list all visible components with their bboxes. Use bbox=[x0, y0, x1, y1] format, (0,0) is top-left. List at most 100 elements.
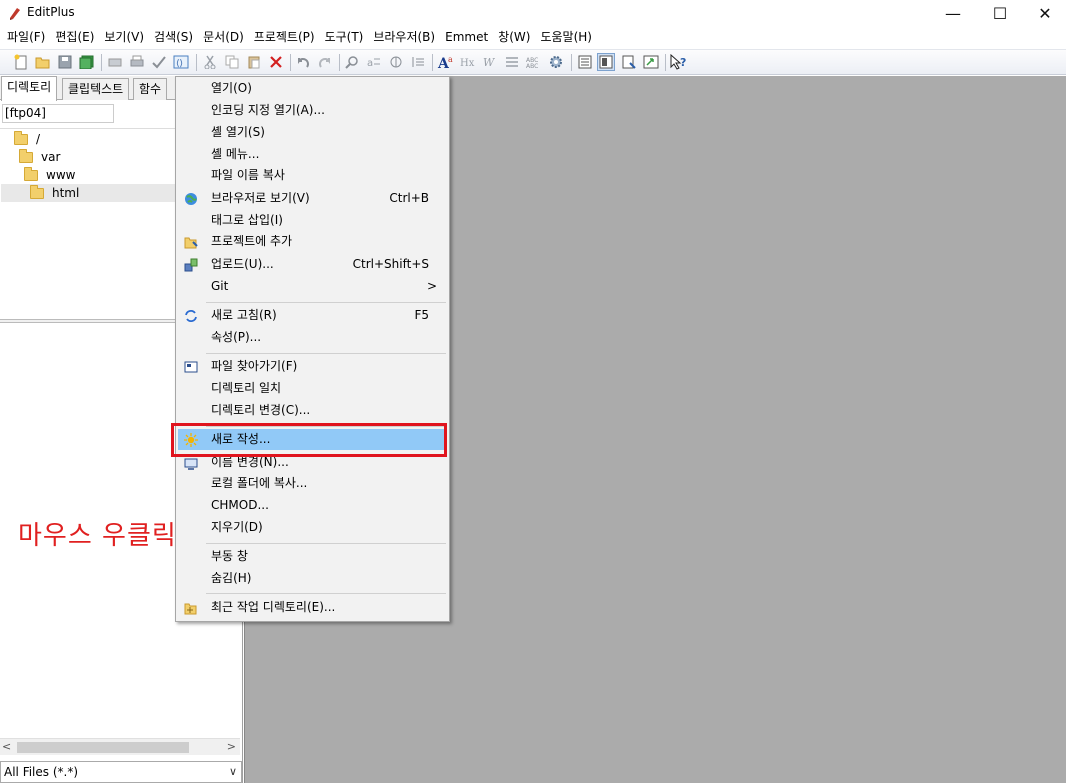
menu-item-open-encoding[interactable]: 인코딩 지정 열기(A)... bbox=[178, 100, 447, 121]
menu-item-open-shell[interactable]: 셸 열기(S) bbox=[178, 122, 447, 143]
menu-help[interactable]: 도움말(H) bbox=[535, 27, 597, 47]
open-folder-icon bbox=[30, 184, 44, 199]
scroll-left-icon[interactable]: < bbox=[2, 740, 11, 753]
save-all-icon[interactable] bbox=[78, 53, 96, 71]
menu-item-refresh[interactable]: 새로 고침(R) F5 bbox=[178, 305, 447, 326]
column-icon[interactable]: ABC ABC bbox=[525, 53, 543, 71]
globe-icon bbox=[183, 191, 199, 207]
tree-item-www[interactable]: www bbox=[24, 166, 75, 184]
svg-text:W: W bbox=[483, 56, 496, 69]
menu-tools[interactable]: 도구(T) bbox=[320, 27, 369, 47]
cliptext-icon[interactable] bbox=[620, 53, 638, 71]
new-file-icon[interactable] bbox=[12, 53, 30, 71]
print-icon[interactable] bbox=[128, 53, 146, 71]
menu-window[interactable]: 창(W) bbox=[493, 27, 535, 47]
goto-icon[interactable] bbox=[387, 53, 405, 71]
svg-text:a: a bbox=[367, 58, 373, 69]
svg-text:?: ? bbox=[680, 56, 686, 69]
menu-search[interactable]: 검색(S) bbox=[149, 27, 198, 47]
fullscreen-icon[interactable] bbox=[642, 53, 660, 71]
rename-icon bbox=[183, 455, 199, 471]
save-icon[interactable] bbox=[56, 53, 74, 71]
menu-separator bbox=[206, 543, 446, 544]
tree-item-var[interactable]: var bbox=[19, 148, 60, 166]
menu-file[interactable]: 파일(F) bbox=[2, 27, 50, 47]
tab-cliptext[interactable]: 클립텍스트 bbox=[62, 78, 130, 100]
folder-icon bbox=[19, 148, 33, 163]
toolbar-separator bbox=[432, 54, 433, 71]
horizontal-scrollbar[interactable]: < > bbox=[0, 738, 240, 755]
menu-project[interactable]: 프로젝트(P) bbox=[249, 27, 320, 47]
line-number-icon[interactable] bbox=[503, 53, 521, 71]
cut-icon[interactable] bbox=[201, 53, 219, 71]
undo-icon[interactable] bbox=[294, 53, 312, 71]
annotation-text: 마우스 우클릭 bbox=[18, 521, 177, 551]
toolbar-separator bbox=[339, 54, 340, 71]
menu-view[interactable]: 보기(V) bbox=[99, 27, 149, 47]
print-preview-icon[interactable] bbox=[106, 53, 124, 71]
menu-item-chmod[interactable]: CHMOD... bbox=[178, 495, 447, 516]
menu-item-delete[interactable]: 지우기(D) bbox=[178, 517, 447, 538]
tab-directory[interactable]: 디렉토리 bbox=[1, 76, 58, 101]
tree-item-root[interactable]: / bbox=[14, 130, 40, 148]
menu-item-copy-filename[interactable]: 파일 이름 복사 bbox=[178, 165, 447, 186]
menu-bar: 파일(F) 편집(E) 보기(V) 검색(S) 문서(D) 프로젝트(P) 도구… bbox=[0, 27, 1066, 47]
minimize-button[interactable]: — bbox=[930, 0, 976, 26]
settings-icon[interactable] bbox=[547, 53, 565, 71]
menu-emmet[interactable]: Emmet bbox=[440, 27, 493, 47]
copy-icon[interactable] bbox=[223, 53, 241, 71]
replace-icon[interactable]: a bbox=[365, 53, 383, 71]
menu-item-git[interactable]: Git > bbox=[178, 276, 447, 297]
context-menu: 열기(O) 인코딩 지정 열기(A)... 셸 열기(S) 셸 메뉴... 파일… bbox=[175, 76, 450, 622]
highlight-annotation-box bbox=[171, 423, 447, 457]
menu-item-view-in-browser[interactable]: 브라우저로 보기(V) Ctrl+B bbox=[178, 188, 447, 209]
redo-icon[interactable] bbox=[316, 53, 334, 71]
paste-icon[interactable] bbox=[245, 53, 263, 71]
hx-icon[interactable]: Hx bbox=[459, 53, 477, 71]
output-window-icon[interactable] bbox=[597, 53, 615, 71]
open-folder-icon[interactable] bbox=[34, 53, 52, 71]
maximize-button[interactable]: ☐ bbox=[977, 0, 1023, 26]
find-icon[interactable] bbox=[343, 53, 361, 71]
tree-item-html[interactable]: html bbox=[1, 184, 175, 202]
menu-item-hide[interactable]: 숨김(H) bbox=[178, 568, 447, 589]
menu-item-open[interactable]: 열기(O) bbox=[178, 78, 447, 99]
context-help-icon[interactable]: ? bbox=[669, 53, 687, 71]
menu-separator bbox=[206, 302, 446, 303]
menu-item-insert-tag[interactable]: 태그로 삽입(I) bbox=[178, 210, 447, 231]
menu-item-sync-directory[interactable]: 디렉토리 일치 bbox=[178, 378, 447, 399]
scroll-thumb[interactable] bbox=[17, 742, 189, 753]
recent-folder-icon bbox=[183, 600, 199, 616]
indent-icon[interactable] bbox=[409, 53, 427, 71]
menu-document[interactable]: 문서(D) bbox=[198, 27, 249, 47]
word-wrap-icon[interactable]: W bbox=[481, 53, 499, 71]
title-bar: EditPlus — ☐ ✕ bbox=[0, 0, 1066, 26]
menu-item-upload[interactable]: 업로드(U)... Ctrl+Shift+S bbox=[178, 254, 447, 275]
close-icon: ✕ bbox=[1038, 3, 1052, 23]
tree-item-label: www bbox=[46, 168, 76, 182]
delete-icon[interactable] bbox=[267, 53, 285, 71]
folder-icon bbox=[24, 166, 38, 181]
scroll-right-icon[interactable]: > bbox=[227, 740, 236, 753]
editplus-logo-icon bbox=[10, 8, 20, 20]
directory-window-icon[interactable] bbox=[576, 53, 594, 71]
menu-item-copy-local[interactable]: 로컬 폴더에 복사... bbox=[178, 473, 447, 494]
menu-browser[interactable]: 브라우저(B) bbox=[368, 27, 440, 47]
menu-item-floating-window[interactable]: 부동 창 bbox=[178, 546, 447, 567]
drive-selector[interactable]: [ftp04] bbox=[2, 104, 114, 123]
tab-functions[interactable]: 함수 bbox=[133, 78, 168, 100]
file-filter-select[interactable]: All Files (*.*) ∨ bbox=[0, 761, 242, 783]
menu-item-shell-menu[interactable]: 셸 메뉴... bbox=[178, 144, 447, 165]
menu-item-goto-file[interactable]: 파일 찾아가기(F) bbox=[178, 356, 447, 377]
menu-separator bbox=[206, 353, 446, 354]
menu-item-change-directory[interactable]: 디렉토리 변경(C)... bbox=[178, 400, 447, 421]
menu-item-add-to-project[interactable]: 프로젝트에 추가 bbox=[178, 231, 447, 252]
menu-item-recent-directories[interactable]: 최근 작업 디렉토리(E)... bbox=[178, 597, 447, 618]
html-preview-icon[interactable]: ⟨⟩ bbox=[172, 53, 190, 71]
project-add-icon bbox=[183, 234, 199, 250]
close-button[interactable]: ✕ bbox=[1022, 0, 1066, 26]
font-icon[interactable]: Aa bbox=[437, 53, 455, 71]
menu-item-properties[interactable]: 속성(P)... bbox=[178, 327, 447, 348]
menu-edit[interactable]: 편집(E) bbox=[50, 27, 99, 47]
spellcheck-icon[interactable] bbox=[150, 53, 168, 71]
